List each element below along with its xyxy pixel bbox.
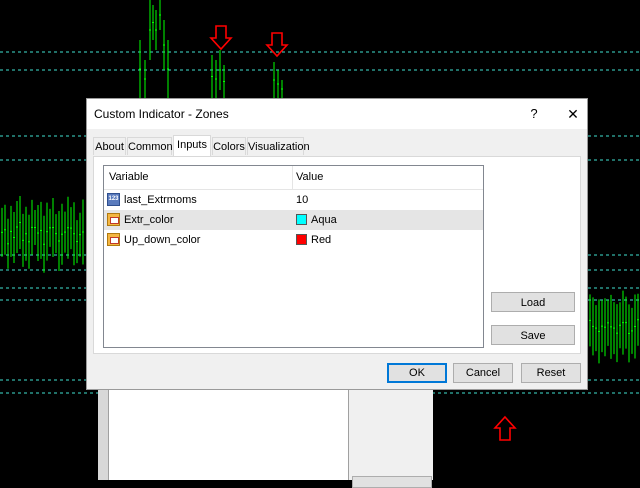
variable-name: last_Extrmoms [124, 194, 197, 206]
load-button[interactable]: Load [491, 292, 575, 312]
column-header-variable[interactable]: Variable [109, 171, 149, 183]
arrow-down-icon [209, 25, 233, 51]
cancel-button[interactable]: Cancel [453, 363, 513, 383]
variable-value[interactable]: 10 [296, 194, 308, 206]
inputs-grid: Variable Value 123 last_Extrmoms 10 Extr… [103, 165, 484, 348]
background-window-panel [108, 390, 349, 480]
variable-name: Up_down_color [124, 234, 201, 246]
color-icon [107, 233, 120, 246]
color-icon [107, 213, 120, 226]
close-button[interactable]: ✕ [559, 99, 587, 129]
background-window-edge [98, 390, 108, 480]
reset-button[interactable]: Reset [521, 363, 581, 383]
column-separator[interactable] [292, 166, 293, 189]
ok-button[interactable]: OK [387, 363, 447, 383]
tab-about[interactable]: About [93, 137, 126, 155]
color-swatch [296, 234, 307, 245]
table-row[interactable]: Extr_color Aqua [104, 210, 483, 230]
table-row[interactable]: 123 last_Extrmoms 10 [104, 190, 483, 210]
inputs-panel: Variable Value 123 last_Extrmoms 10 Extr… [93, 156, 581, 354]
number-icon: 123 [107, 193, 120, 206]
tab-visualization[interactable]: Visualization [247, 137, 310, 155]
table-row[interactable]: Up_down_color Red [104, 230, 483, 250]
column-header-value[interactable]: Value [296, 171, 323, 183]
tab-inputs[interactable]: Inputs [173, 135, 211, 156]
arrow-up-icon [493, 415, 517, 441]
help-button[interactable]: ? [523, 99, 545, 129]
variable-value[interactable]: Red [311, 234, 331, 246]
color-swatch [296, 214, 307, 225]
arrow-down-icon [265, 32, 289, 58]
grid-header: Variable Value [104, 166, 483, 190]
dialog-title: Custom Indicator - Zones [94, 107, 229, 121]
tab-common[interactable]: Common [127, 137, 173, 155]
background-window-side [348, 390, 433, 480]
tab-colors[interactable]: Colors [212, 137, 246, 155]
save-button[interactable]: Save [491, 325, 575, 345]
variable-value[interactable]: Aqua [311, 214, 337, 226]
dialog-titlebar[interactable]: Custom Indicator - Zones ? ✕ [87, 99, 587, 129]
variable-name: Extr_color [124, 214, 174, 226]
custom-indicator-dialog: Custom Indicator - Zones ? ✕ About Commo… [86, 98, 588, 390]
background-window-button [352, 476, 432, 488]
